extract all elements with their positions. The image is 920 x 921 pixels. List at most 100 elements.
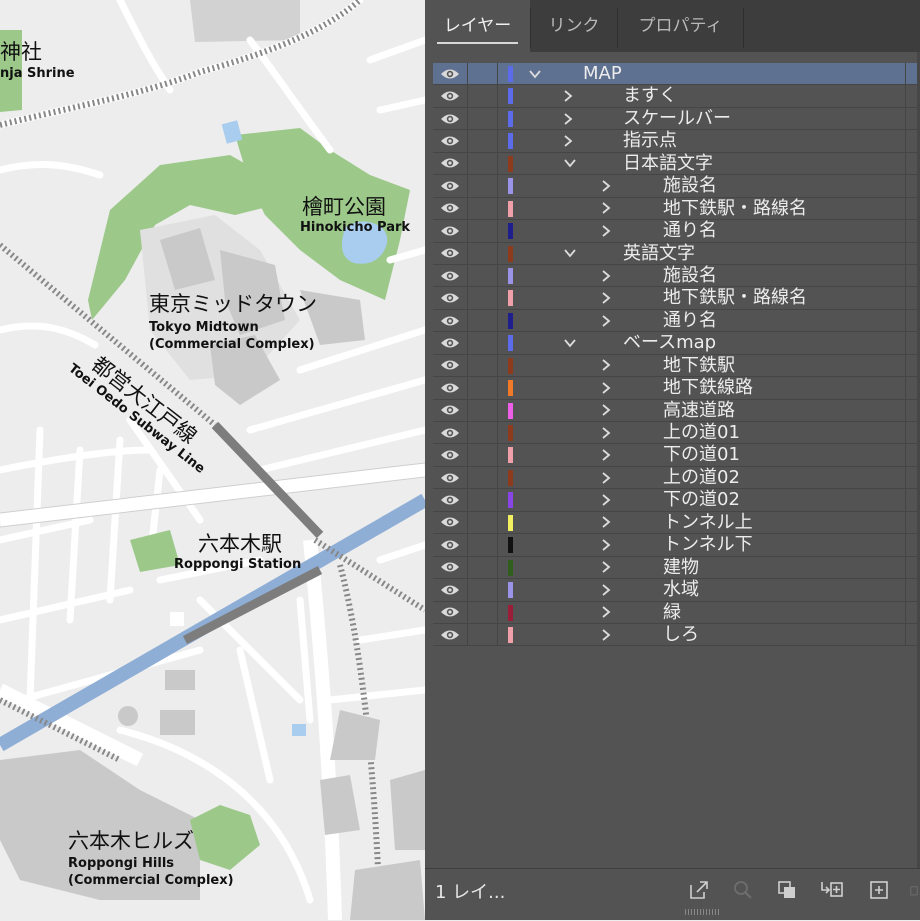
lock-toggle[interactable] <box>468 489 497 510</box>
layer-row[interactable]: しろ <box>433 623 920 647</box>
lock-toggle[interactable] <box>468 355 497 376</box>
chevron-right-icon[interactable] <box>601 579 611 600</box>
chevron-right-icon[interactable] <box>601 467 611 488</box>
layer-row[interactable]: MAP <box>433 63 920 86</box>
export-icon[interactable] <box>686 877 712 903</box>
layer-row[interactable]: 施設名 <box>433 175 920 198</box>
layer-row[interactable]: 日本語文字 <box>433 152 920 176</box>
visibility-eye-icon[interactable] <box>433 579 467 600</box>
layer-row[interactable]: ベースmap <box>433 332 920 355</box>
lock-toggle[interactable] <box>468 198 497 219</box>
chevron-right-icon[interactable] <box>601 287 611 308</box>
map-view[interactable]: 神社 nja Shrine 檜町公園 Hinokicho Park 東京ミッドタ… <box>0 0 425 920</box>
visibility-eye-icon[interactable] <box>433 467 467 488</box>
chevron-right-icon[interactable] <box>601 377 611 398</box>
visibility-eye-icon[interactable] <box>433 220 467 241</box>
layer-row[interactable]: 通り名 <box>433 309 920 333</box>
clipping-mask-icon[interactable] <box>774 877 800 903</box>
lock-toggle[interactable] <box>468 243 497 264</box>
chevron-right-icon[interactable] <box>601 422 611 443</box>
chevron-right-icon[interactable] <box>601 220 611 241</box>
tab-properties[interactable]: プロパティ <box>618 0 743 52</box>
layer-row[interactable]: 地下鉄線路 <box>433 377 920 400</box>
lock-toggle[interactable] <box>468 175 497 196</box>
visibility-eye-icon[interactable] <box>433 624 467 645</box>
visibility-eye-icon[interactable] <box>433 310 467 331</box>
layer-row[interactable]: 地下鉄駅・路線名 <box>433 287 920 310</box>
chevron-right-icon[interactable] <box>601 557 611 578</box>
panel-resize-grip[interactable] <box>685 909 719 915</box>
layer-row[interactable]: 建物 <box>433 556 920 580</box>
visibility-eye-icon[interactable] <box>433 444 467 465</box>
visibility-eye-icon[interactable] <box>433 175 467 196</box>
layer-row[interactable]: 下の道01 <box>433 444 920 467</box>
chevron-right-icon[interactable] <box>601 444 611 465</box>
lock-toggle[interactable] <box>468 579 497 600</box>
chevron-right-icon[interactable] <box>601 175 611 196</box>
chevron-right-icon[interactable] <box>601 198 611 219</box>
visibility-eye-icon[interactable] <box>433 557 467 578</box>
lock-toggle[interactable] <box>468 512 497 533</box>
lock-toggle[interactable] <box>468 467 497 488</box>
visibility-eye-icon[interactable] <box>433 85 467 106</box>
chevron-right-icon[interactable] <box>601 310 611 331</box>
layer-row[interactable]: スケールバー <box>433 107 920 131</box>
chevron-right-icon[interactable] <box>563 108 573 129</box>
layer-row[interactable]: 地下鉄駅・路線名 <box>433 197 920 221</box>
layer-row[interactable]: 高速道路 <box>433 399 920 422</box>
chevron-right-icon[interactable] <box>563 85 573 106</box>
chevron-right-icon[interactable] <box>601 265 611 286</box>
layer-row[interactable]: 英語文字 <box>433 242 920 265</box>
layer-row[interactable]: 上の道02 <box>433 466 920 490</box>
new-layer-icon[interactable] <box>866 877 892 903</box>
chevron-right-icon[interactable] <box>601 400 611 421</box>
visibility-eye-icon[interactable] <box>433 287 467 308</box>
lock-toggle[interactable] <box>468 287 497 308</box>
trash-icon[interactable] <box>908 877 920 903</box>
layer-row[interactable]: 緑 <box>433 601 920 624</box>
visibility-eye-icon[interactable] <box>433 602 467 623</box>
lock-toggle[interactable] <box>468 130 497 151</box>
lock-toggle[interactable] <box>468 63 497 84</box>
lock-toggle[interactable] <box>468 400 497 421</box>
visibility-eye-icon[interactable] <box>433 108 467 129</box>
tab-links[interactable]: リンク <box>531 0 617 52</box>
lock-toggle[interactable] <box>468 602 497 623</box>
lock-toggle[interactable] <box>468 265 497 286</box>
visibility-eye-icon[interactable] <box>433 489 467 510</box>
lock-toggle[interactable] <box>468 108 497 129</box>
chevron-right-icon[interactable] <box>601 489 611 510</box>
lock-toggle[interactable] <box>468 422 497 443</box>
lock-toggle[interactable] <box>468 310 497 331</box>
lock-toggle[interactable] <box>468 624 497 645</box>
visibility-eye-icon[interactable] <box>433 63 467 84</box>
visibility-eye-icon[interactable] <box>433 422 467 443</box>
layer-row[interactable]: 地下鉄駅 <box>433 354 920 378</box>
layer-row[interactable]: 通り名 <box>433 220 920 243</box>
visibility-eye-icon[interactable] <box>433 198 467 219</box>
layer-row[interactable]: 施設名 <box>433 264 920 288</box>
visibility-eye-icon[interactable] <box>433 534 467 555</box>
visibility-eye-icon[interactable] <box>433 512 467 533</box>
move-to-layer-icon[interactable] <box>819 877 845 903</box>
visibility-eye-icon[interactable] <box>433 153 467 174</box>
layer-row[interactable]: トンネル下 <box>433 534 920 557</box>
layer-row[interactable]: ますく <box>433 85 920 108</box>
chevron-down-icon[interactable] <box>563 153 577 174</box>
visibility-eye-icon[interactable] <box>433 265 467 286</box>
chevron-right-icon[interactable] <box>601 624 611 645</box>
tab-layers[interactable]: レイヤー <box>425 0 530 52</box>
chevron-down-icon[interactable] <box>563 243 577 264</box>
chevron-right-icon[interactable] <box>601 534 611 555</box>
lock-toggle[interactable] <box>468 332 497 353</box>
lock-toggle[interactable] <box>468 444 497 465</box>
lock-toggle[interactable] <box>468 85 497 106</box>
layer-row[interactable]: 上の道01 <box>433 422 920 445</box>
chevron-down-icon[interactable] <box>563 332 577 353</box>
search-icon[interactable] <box>730 877 756 903</box>
lock-toggle[interactable] <box>468 377 497 398</box>
visibility-eye-icon[interactable] <box>433 243 467 264</box>
chevron-right-icon[interactable] <box>601 602 611 623</box>
layer-row[interactable]: 下の道02 <box>433 489 920 512</box>
chevron-right-icon[interactable] <box>601 512 611 533</box>
